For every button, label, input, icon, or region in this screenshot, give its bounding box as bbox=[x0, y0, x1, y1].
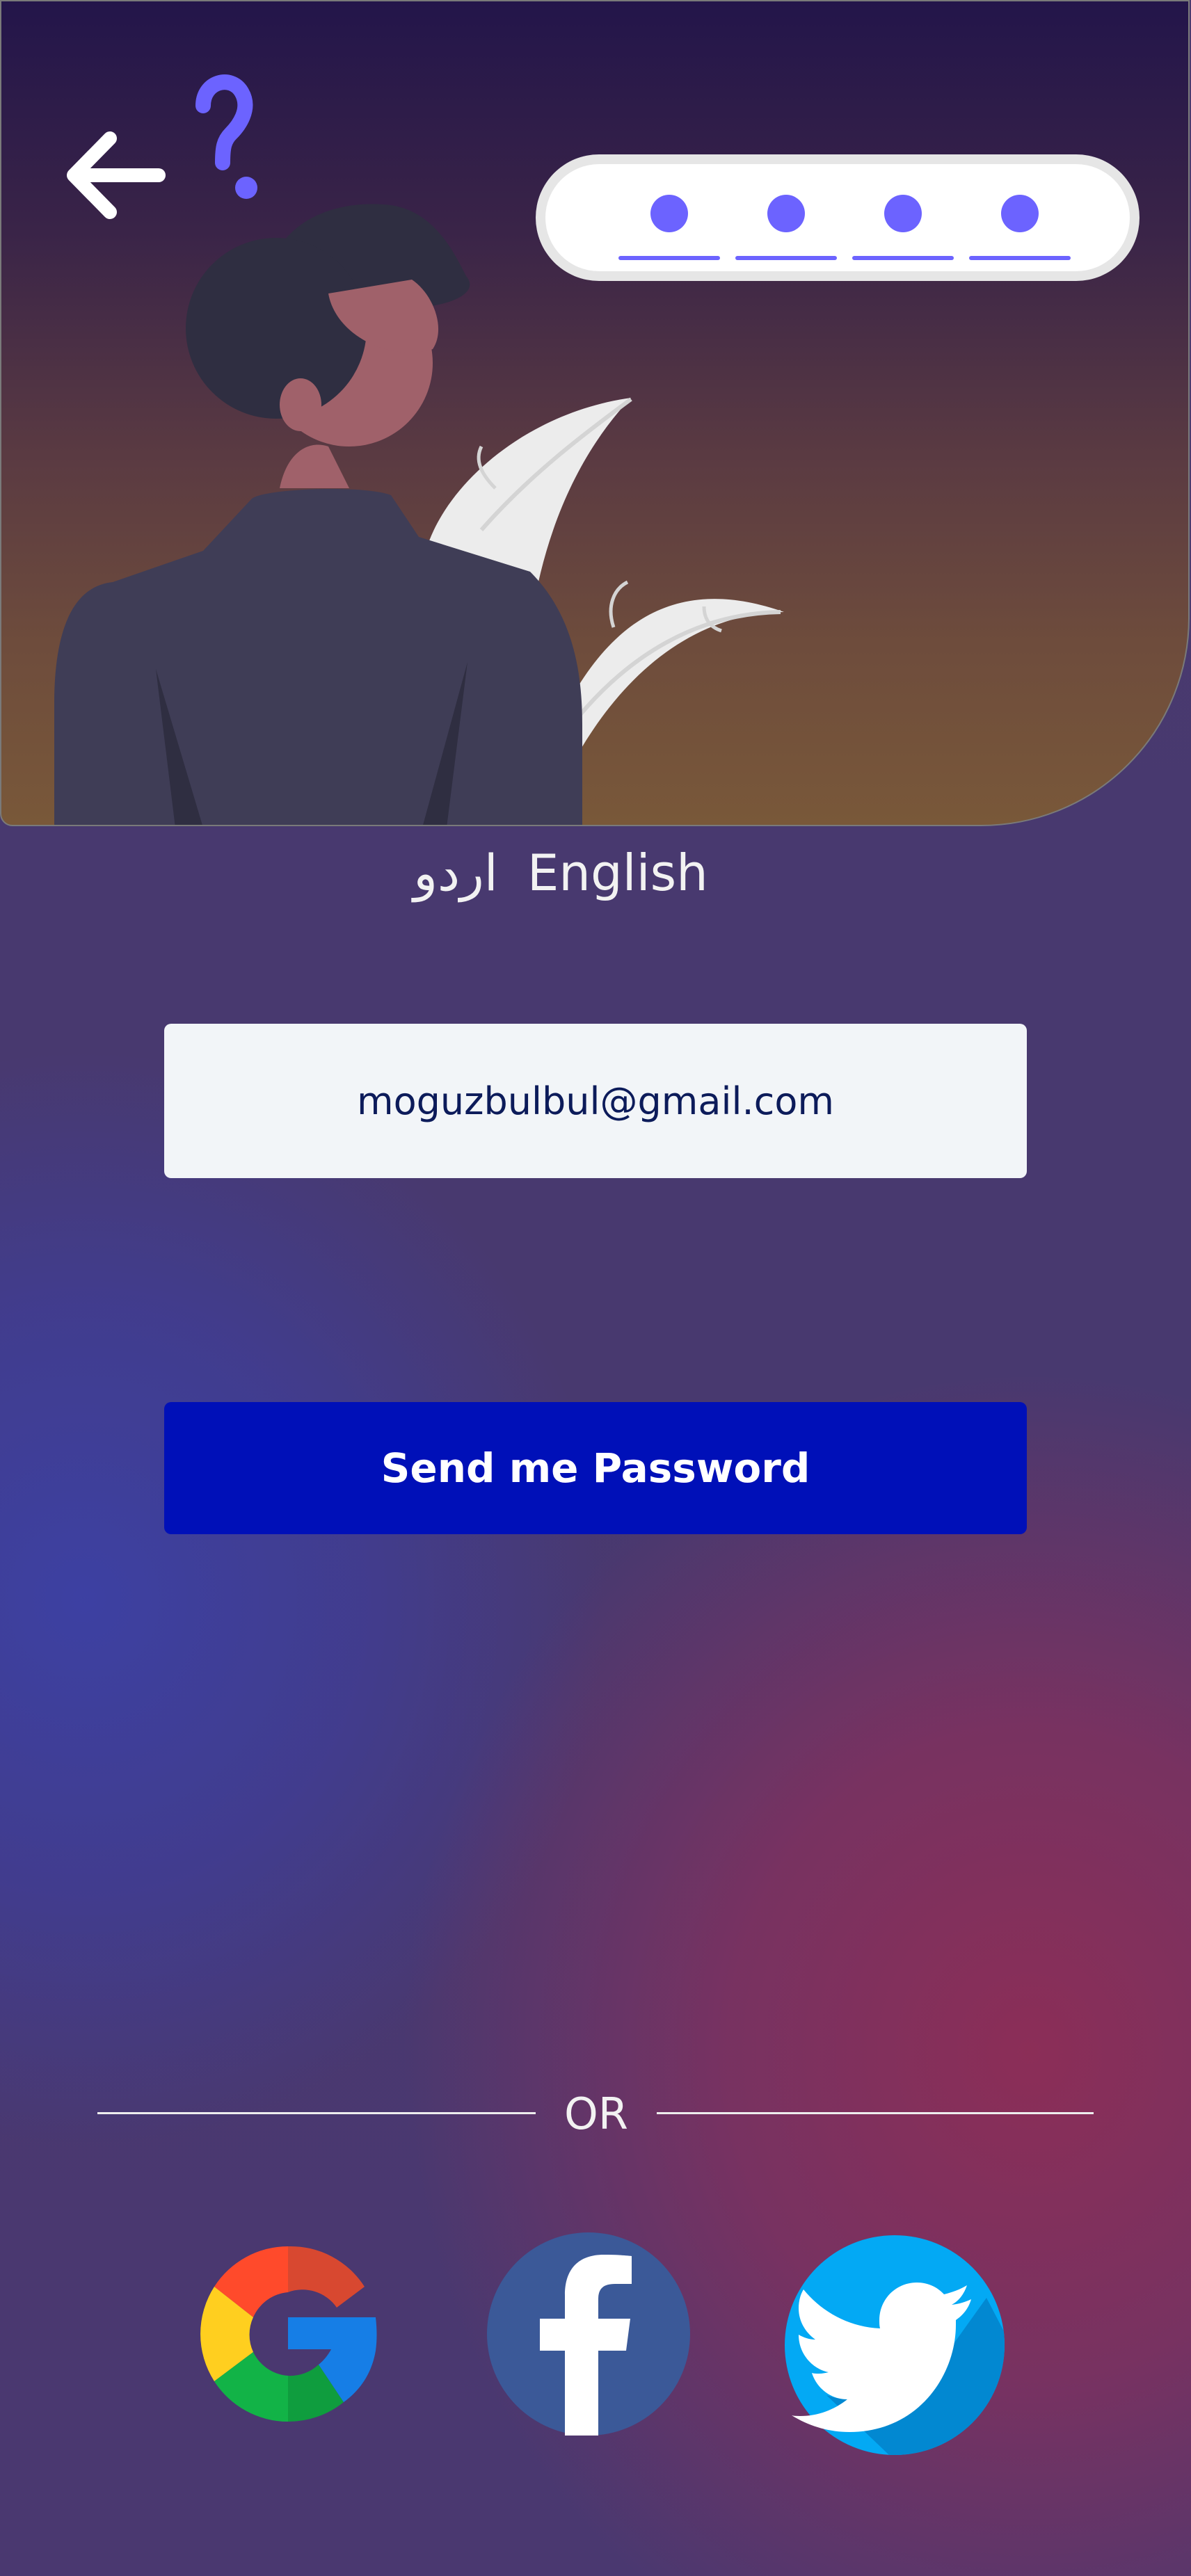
pin-code-inner bbox=[545, 164, 1130, 271]
google-login-button[interactable] bbox=[186, 2232, 390, 2436]
question-mark-icon bbox=[195, 74, 257, 199]
pin-slot-1 bbox=[618, 164, 720, 268]
divider-line-left bbox=[97, 2112, 536, 2114]
pin-slot-3 bbox=[852, 164, 954, 268]
hero-banner bbox=[0, 0, 1190, 826]
or-divider-label: OR bbox=[564, 2088, 628, 2139]
language-option-urdu[interactable]: اردو bbox=[413, 844, 498, 902]
google-icon bbox=[200, 2246, 377, 2422]
language-selector: اردو English bbox=[0, 835, 1191, 911]
pin-dot bbox=[1001, 195, 1039, 232]
pin-slot-4 bbox=[969, 164, 1071, 268]
facebook-icon bbox=[487, 2232, 690, 2436]
pin-dot bbox=[650, 195, 688, 232]
pin-slot-2 bbox=[735, 164, 837, 268]
back-arrow-icon[interactable] bbox=[61, 123, 166, 227]
pin-underline bbox=[969, 256, 1071, 260]
pin-dot bbox=[884, 195, 922, 232]
email-input[interactable] bbox=[164, 1024, 1027, 1178]
facebook-login-button[interactable] bbox=[487, 2232, 690, 2436]
divider-line-right bbox=[657, 2112, 1094, 2114]
pin-dot bbox=[767, 195, 805, 232]
pin-underline bbox=[618, 256, 720, 260]
person-question-illustration bbox=[54, 74, 784, 825]
language-option-english[interactable]: English bbox=[527, 844, 708, 902]
twitter-login-button[interactable] bbox=[785, 2235, 1005, 2455]
twitter-icon bbox=[785, 2235, 1005, 2455]
pin-code-card bbox=[536, 154, 1140, 281]
send-password-button[interactable]: Send me Password bbox=[164, 1402, 1027, 1534]
pin-underline bbox=[852, 256, 954, 260]
pin-underline bbox=[735, 256, 837, 260]
